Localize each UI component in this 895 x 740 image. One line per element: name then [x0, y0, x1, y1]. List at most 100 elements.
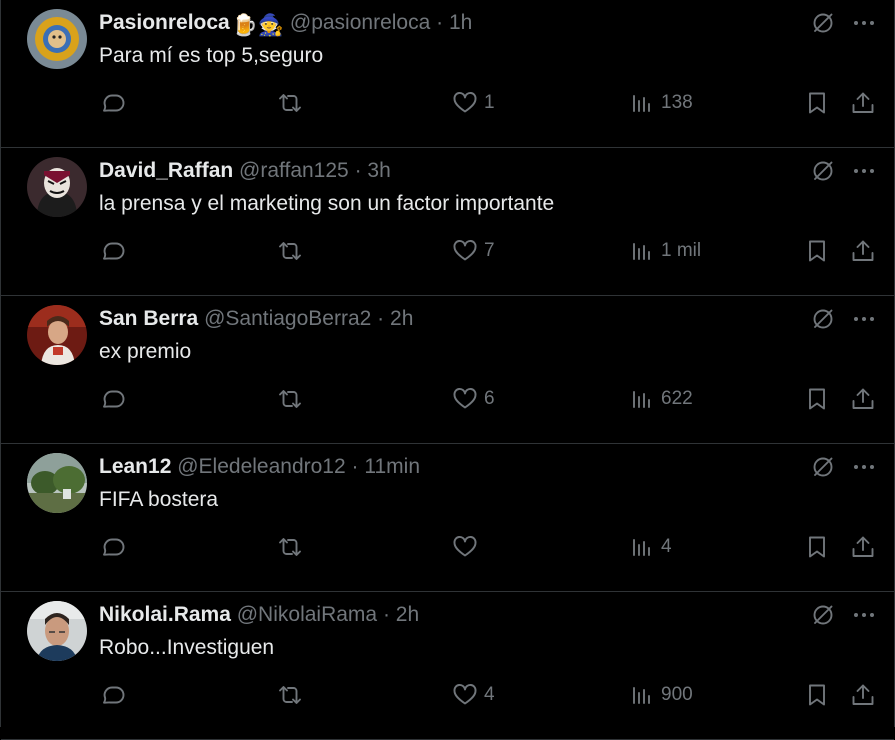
- tweet-header: Nikolai.Rama @NikolaiRama · 2h: [99, 602, 419, 628]
- tweet[interactable]: Pasionreloca🍺🧙 @pasionreloca · 1h Para m…: [1, 0, 894, 148]
- grok-icon[interactable]: [810, 454, 836, 480]
- reply-icon: [103, 686, 125, 704]
- user-handle[interactable]: @Eledeleandro12: [177, 455, 345, 478]
- display-name[interactable]: David_Raffan: [99, 159, 233, 182]
- avatar[interactable]: [27, 157, 87, 217]
- more-icon[interactable]: [851, 306, 877, 332]
- avatar[interactable]: [27, 453, 87, 513]
- retweet-button[interactable]: [277, 672, 303, 718]
- like-button[interactable]: 4: [452, 672, 495, 718]
- views-icon: [633, 687, 650, 704]
- bookmark-button[interactable]: [804, 228, 830, 274]
- tweet-text: Robo...Investiguen: [99, 636, 275, 659]
- tweet[interactable]: Lean12 @Eledeleandro12 · 11min FIFA bost…: [1, 444, 894, 592]
- reply-button[interactable]: [101, 80, 127, 126]
- bookmark-icon: [809, 92, 825, 114]
- retweet-button[interactable]: [277, 228, 303, 274]
- retweet-icon: [279, 538, 301, 556]
- heart-icon: [453, 684, 477, 705]
- views-icon: [633, 539, 650, 556]
- retweet-button[interactable]: [277, 524, 303, 570]
- bookmark-button[interactable]: [804, 80, 830, 126]
- bookmark-button[interactable]: [804, 524, 830, 570]
- retweet-button[interactable]: [277, 376, 303, 422]
- tweet-actions: 1 138: [1, 80, 894, 126]
- bookmark-button[interactable]: [804, 376, 830, 422]
- tweet-header: Lean12 @Eledeleandro12 · 11min: [99, 454, 420, 480]
- share-button[interactable]: [850, 672, 876, 718]
- tweet-actions: 4: [1, 524, 894, 570]
- tweet[interactable]: David_Raffan @raffan125 · 3h la prensa y…: [1, 148, 894, 296]
- views-button[interactable]: 138: [629, 80, 693, 126]
- like-button[interactable]: 1: [452, 80, 495, 126]
- timestamp[interactable]: 3h: [367, 159, 390, 182]
- tweet-text: la prensa y el marketing son un factor i…: [99, 192, 555, 215]
- avatar[interactable]: [27, 9, 87, 69]
- heart-icon: [453, 388, 477, 409]
- tweet-header: Pasionreloca🍺🧙 @pasionreloca · 1h: [99, 10, 472, 39]
- tweet-text: ex premio: [99, 340, 192, 363]
- display-name[interactable]: Nikolai.Rama: [99, 603, 231, 626]
- reply-button[interactable]: [101, 672, 127, 718]
- more-icon[interactable]: [851, 158, 877, 184]
- separator: ·: [382, 603, 390, 626]
- grok-icon[interactable]: [810, 602, 836, 628]
- heart-icon: [453, 536, 477, 557]
- timestamp[interactable]: 2h: [396, 603, 419, 626]
- share-button[interactable]: [850, 376, 876, 422]
- tweet-text: FIFA bostera: [99, 488, 219, 511]
- views-icon: [633, 243, 650, 260]
- share-button[interactable]: [850, 524, 876, 570]
- timestamp[interactable]: 2h: [390, 307, 413, 330]
- like-button[interactable]: [452, 524, 478, 570]
- bookmark-icon: [809, 536, 825, 558]
- avatar[interactable]: [27, 601, 87, 661]
- bookmark-icon: [809, 684, 825, 706]
- reply-button[interactable]: [101, 228, 127, 274]
- more-icon[interactable]: [851, 602, 877, 628]
- retweet-icon: [279, 390, 301, 408]
- separator: ·: [436, 11, 444, 34]
- view-count: 138: [661, 92, 693, 113]
- retweet-icon: [279, 686, 301, 704]
- user-handle[interactable]: @SantiagoBerra2: [204, 307, 371, 330]
- user-handle[interactable]: @NikolaiRama: [237, 603, 377, 626]
- views-button[interactable]: 900: [629, 672, 693, 718]
- views-icon: [633, 95, 650, 112]
- separator: ·: [377, 307, 385, 330]
- reply-button[interactable]: [101, 376, 127, 422]
- retweet-button[interactable]: [277, 80, 303, 126]
- views-button[interactable]: 4: [629, 524, 672, 570]
- name-emoji: 🍺🧙: [231, 14, 285, 37]
- share-button[interactable]: [850, 228, 876, 274]
- user-handle[interactable]: @pasionreloca: [290, 11, 430, 34]
- avatar[interactable]: [27, 305, 87, 365]
- reply-icon: [103, 242, 125, 260]
- more-icon[interactable]: [851, 10, 877, 36]
- grok-icon[interactable]: [810, 158, 836, 184]
- share-icon: [852, 92, 874, 113]
- view-count: 1 mil: [661, 240, 702, 261]
- more-icon[interactable]: [851, 454, 877, 480]
- tweet[interactable]: San Berra @SantiagoBerra2 · 2h ex premio…: [1, 296, 894, 444]
- like-count: 4: [484, 684, 495, 705]
- user-handle[interactable]: @raffan125: [239, 159, 349, 182]
- grok-icon[interactable]: [810, 10, 836, 36]
- share-icon: [852, 240, 874, 261]
- reply-button[interactable]: [101, 524, 127, 570]
- views-button[interactable]: 1 mil: [629, 228, 701, 274]
- grok-icon[interactable]: [810, 306, 836, 332]
- like-button[interactable]: 7: [452, 228, 495, 274]
- timestamp[interactable]: 1h: [449, 11, 472, 34]
- share-button[interactable]: [850, 80, 876, 126]
- views-button[interactable]: 622: [629, 376, 693, 422]
- like-button[interactable]: 6: [452, 376, 495, 422]
- timestamp[interactable]: 11min: [364, 455, 420, 478]
- view-count: 900: [661, 684, 693, 705]
- display-name[interactable]: San Berra: [99, 307, 198, 330]
- bookmark-button[interactable]: [804, 672, 830, 718]
- display-name[interactable]: Pasionreloca: [99, 11, 230, 34]
- tweet[interactable]: Nikolai.Rama @NikolaiRama · 2h Robo...In…: [1, 592, 894, 740]
- reply-icon: [103, 94, 125, 112]
- display-name[interactable]: Lean12: [99, 455, 171, 478]
